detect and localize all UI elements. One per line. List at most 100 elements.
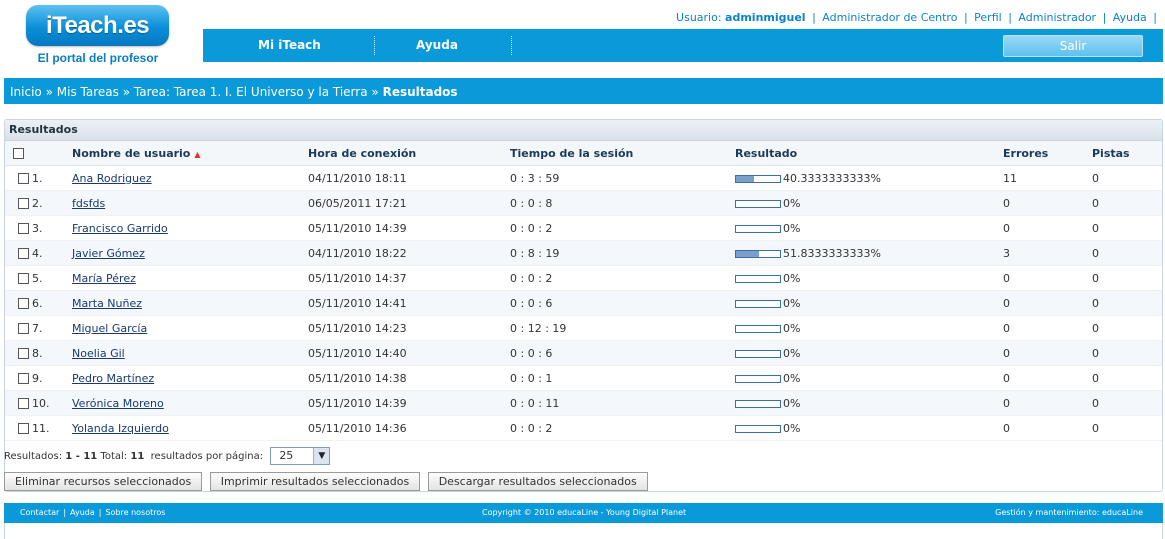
user-link[interactable]: Ana Rodriguez — [72, 172, 152, 185]
session-time-cell: 0 : 0 : 6 — [510, 290, 735, 316]
row-checkbox[interactable] — [18, 322, 29, 334]
breadcrumb-tarea[interactable]: Tarea: Tarea 1. I. El Universo y la Tier… — [134, 85, 368, 99]
download-selected-button[interactable]: Descargar resultados seleccionados — [427, 472, 648, 491]
column-header-errors[interactable]: Errores — [1003, 141, 1092, 166]
errors-cell: 0 — [1003, 340, 1092, 366]
column-header-session-time[interactable]: Tiempo de la sesión — [510, 141, 735, 166]
row-checkbox[interactable] — [18, 347, 29, 359]
footer-link-contactar[interactable]: Contactar — [20, 508, 59, 517]
column-header-username[interactable]: Nombre de usuario ▲ — [72, 141, 308, 166]
login-time-cell: 06/05/2011 17:21 — [308, 190, 510, 216]
row-checkbox[interactable] — [18, 297, 29, 309]
row-select-cell: 4. — [5, 240, 72, 266]
user-link[interactable]: María Pérez — [72, 272, 136, 285]
link-perfil[interactable]: Perfil — [974, 11, 1002, 24]
session-time-cell: 0 : 3 : 59 — [510, 165, 735, 191]
nav-divider — [511, 36, 512, 55]
select-all-checkbox[interactable] — [13, 148, 24, 159]
table-row: 11. Yolanda Izquierdo 05/11/2010 14:36 0 : … — [5, 415, 1162, 441]
row-checkbox[interactable] — [18, 197, 29, 209]
login-time-cell: 05/11/2010 14:40 — [308, 340, 510, 366]
select-all-cell — [5, 141, 72, 166]
result-progress-bar — [735, 299, 781, 308]
result-cell: 0% — [735, 390, 1003, 416]
logo[interactable]: iTeach.es — [26, 5, 169, 46]
user-link[interactable]: fdsfds — [72, 197, 105, 210]
link-administrador-de-centro[interactable]: Administrador de Centro — [822, 11, 957, 24]
per-page-select[interactable]: 25 ▼ — [270, 447, 331, 465]
result-cell: 40.3333333333% — [735, 165, 1003, 191]
separator: | — [1008, 11, 1012, 24]
result-progress-bar — [735, 324, 781, 333]
user-link[interactable]: Pedro Martínez — [72, 372, 154, 385]
username-cell: Noelia Gil — [72, 340, 308, 366]
row-checkbox[interactable] — [18, 247, 29, 259]
result-cell: 0% — [735, 215, 1003, 241]
column-header-result[interactable]: Resultado — [735, 141, 1003, 166]
login-time-cell: 05/11/2010 14:41 — [308, 290, 510, 316]
result-text: 40.3333333333% — [783, 171, 881, 185]
user-link[interactable]: Verónica Moreno — [72, 397, 164, 410]
link-ayuda[interactable]: Ayuda — [1113, 11, 1147, 24]
row-number: 6. — [32, 296, 43, 310]
row-checkbox[interactable] — [18, 172, 29, 184]
breadcrumb-inicio[interactable]: Inicio — [10, 85, 42, 99]
login-time-cell: 05/11/2010 14:37 — [308, 265, 510, 291]
delete-selected-button[interactable]: Eliminar recursos seleccionados — [4, 472, 203, 491]
hints-cell: 0 — [1092, 215, 1162, 241]
row-checkbox[interactable] — [18, 272, 29, 284]
errors-cell: 0 — [1003, 315, 1092, 341]
result-progress-bar — [735, 349, 781, 358]
row-number: 2. — [32, 196, 43, 210]
user-link[interactable]: Marta Nuñez — [72, 297, 142, 310]
results-table: Nombre de usuario ▲ Hora de conexión Tiem… — [5, 141, 1162, 441]
breadcrumb-mis-tareas[interactable]: Mis Tareas — [57, 85, 119, 99]
result-progress-bar — [735, 399, 781, 408]
hints-cell: 0 — [1092, 315, 1162, 341]
result-cell: 0% — [735, 365, 1003, 391]
logo-text: iTeach.es — [45, 11, 150, 39]
footer-link-ayuda[interactable]: Ayuda — [70, 508, 95, 517]
user-prefix: Usuario: — [676, 11, 722, 24]
session-time-cell: 0 : 8 : 19 — [510, 240, 735, 266]
row-select-cell: 2. — [5, 190, 72, 216]
dropdown-arrow-icon[interactable]: ▼ — [313, 448, 330, 464]
hints-cell: 0 — [1092, 340, 1162, 366]
column-header-login-time[interactable]: Hora de conexión — [308, 141, 510, 166]
login-time-cell: 05/11/2010 14:38 — [308, 365, 510, 391]
user-link[interactable]: Javier Gómez — [72, 247, 145, 260]
row-number: 9. — [32, 371, 43, 385]
user-link[interactable]: Yolanda Izquierdo — [72, 422, 169, 435]
user-link[interactable]: Noelia Gil — [72, 347, 125, 360]
session-time-cell: 0 : 0 : 2 — [510, 415, 735, 441]
row-checkbox[interactable] — [18, 372, 29, 384]
link-administrador[interactable]: Administrador — [1018, 11, 1096, 24]
result-text: 0% — [783, 196, 801, 210]
results-total: 11 — [130, 451, 145, 462]
user-link[interactable]: Francisco Garrido — [72, 222, 168, 235]
logo-tagline: El portal del profesor — [37, 51, 159, 65]
print-selected-button[interactable]: Imprimir resultados seleccionados — [209, 472, 421, 491]
separator: | — [63, 508, 67, 517]
per-page-label: resultados por página: — [150, 451, 264, 462]
result-progress-bar — [735, 174, 781, 183]
row-checkbox[interactable] — [18, 222, 29, 234]
row-checkbox[interactable] — [18, 397, 29, 409]
session-time-cell: 0 : 0 : 6 — [510, 340, 735, 366]
separator: | — [98, 508, 102, 517]
column-header-hints[interactable]: Pistas — [1092, 141, 1162, 166]
nav-ayuda[interactable]: Ayuda — [416, 29, 458, 62]
hints-cell: 0 — [1092, 415, 1162, 441]
errors-cell: 3 — [1003, 240, 1092, 266]
nav-mi-iteach[interactable]: Mi iTeach — [258, 29, 321, 62]
row-select-cell: 1. — [5, 165, 72, 191]
result-cell: 0% — [735, 290, 1003, 316]
username-cell: Miguel García — [72, 315, 308, 341]
result-cell: 0% — [735, 265, 1003, 291]
row-checkbox[interactable] — [18, 422, 29, 434]
footer-link-sobre-nosotros[interactable]: Sobre nosotros — [105, 508, 165, 517]
session-time-cell: 0 : 0 : 8 — [510, 190, 735, 216]
logout-button[interactable]: Salir — [1003, 35, 1143, 57]
login-time-cell: 05/11/2010 14:39 — [308, 215, 510, 241]
user-link[interactable]: Miguel García — [72, 322, 147, 335]
